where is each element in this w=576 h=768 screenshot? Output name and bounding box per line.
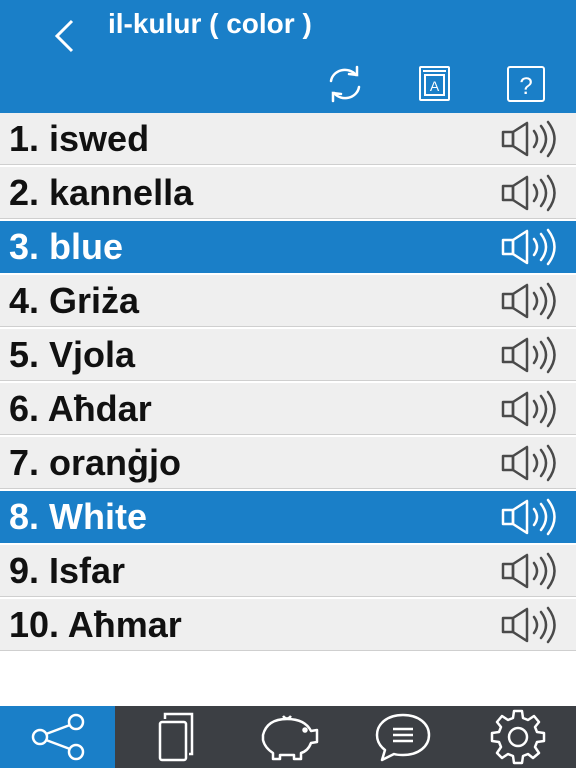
word-label: 8. White <box>9 496 148 537</box>
word-label: 7. oranġjo <box>9 442 182 483</box>
list-item[interactable]: 7. oranġjo <box>0 437 576 489</box>
tab-cards[interactable] <box>115 706 230 768</box>
dictionary-book-icon: A <box>419 66 450 101</box>
page-title: il-kulur ( color ) <box>108 8 312 39</box>
speaker-icon <box>501 120 556 158</box>
refresh-button[interactable] <box>322 64 368 104</box>
play-audio-button[interactable] <box>500 498 566 536</box>
word-label: 6. Aħdar <box>9 388 152 429</box>
cards-icon <box>141 711 205 763</box>
list-item[interactable]: 6. Aħdar <box>0 383 576 435</box>
chat-icon <box>371 711 435 763</box>
play-audio-button[interactable] <box>500 390 566 428</box>
piggy-bank-icon <box>253 713 323 761</box>
tab-piggy-bank[interactable] <box>230 706 345 768</box>
tab-chat[interactable] <box>346 706 461 768</box>
list-item[interactable]: 10. Aħmar <box>0 599 576 651</box>
list-item[interactable]: 1. iswed <box>0 113 576 165</box>
share-icon <box>26 713 90 761</box>
play-audio-button[interactable] <box>500 552 566 590</box>
tab-settings-gear[interactable] <box>461 706 576 768</box>
play-audio-button[interactable] <box>500 444 566 482</box>
word-label: 10. Aħmar <box>9 604 182 645</box>
speaker-icon <box>501 552 556 590</box>
word-label: 3. blue <box>9 226 124 267</box>
list-item[interactable]: 2. kannella <box>0 167 576 219</box>
list-item[interactable]: 3. blue <box>0 221 576 273</box>
play-audio-button[interactable] <box>500 174 566 212</box>
header-bar: il-kulur ( color ) A ? <box>0 0 576 113</box>
chevron-left-icon <box>54 19 74 53</box>
svg-text:?: ? <box>519 73 532 100</box>
speaker-icon <box>501 606 556 644</box>
speaker-icon <box>501 228 556 266</box>
play-audio-button[interactable] <box>500 282 566 320</box>
bottom-tab-bar <box>0 706 576 768</box>
tab-share[interactable] <box>0 706 116 768</box>
help-button[interactable]: ? <box>503 64 549 104</box>
word-list: 1. iswed 2. kannella 3. blue 4. Griża 5. Vjo… <box>0 113 576 653</box>
play-audio-button[interactable] <box>500 336 566 374</box>
help-icon: ? <box>507 66 545 102</box>
word-label: 2. kannella <box>9 172 194 213</box>
speaker-icon <box>501 174 556 212</box>
speaker-icon <box>501 282 556 320</box>
play-audio-button[interactable] <box>500 606 566 644</box>
back-button[interactable] <box>46 14 82 58</box>
word-label: 9. Isfar <box>9 550 126 591</box>
list-item[interactable]: 9. Isfar <box>0 545 576 597</box>
word-label: 5. Vjola <box>9 334 136 375</box>
speaker-icon <box>501 336 556 374</box>
speaker-icon <box>501 390 556 428</box>
settings-gear-icon <box>486 709 550 765</box>
refresh-icon <box>329 65 361 103</box>
list-item[interactable]: 8. White <box>0 491 576 543</box>
word-label: 4. Griża <box>9 280 140 321</box>
speaker-icon <box>501 498 556 536</box>
dictionary-button[interactable]: A <box>411 64 457 104</box>
list-item[interactable]: 4. Griża <box>0 275 576 327</box>
word-label: 1. iswed <box>9 118 150 159</box>
list-item[interactable]: 5. Vjola <box>0 329 576 381</box>
play-audio-button[interactable] <box>500 228 566 266</box>
play-audio-button[interactable] <box>500 120 566 158</box>
svg-text:A: A <box>430 78 440 94</box>
speaker-icon <box>501 444 556 482</box>
